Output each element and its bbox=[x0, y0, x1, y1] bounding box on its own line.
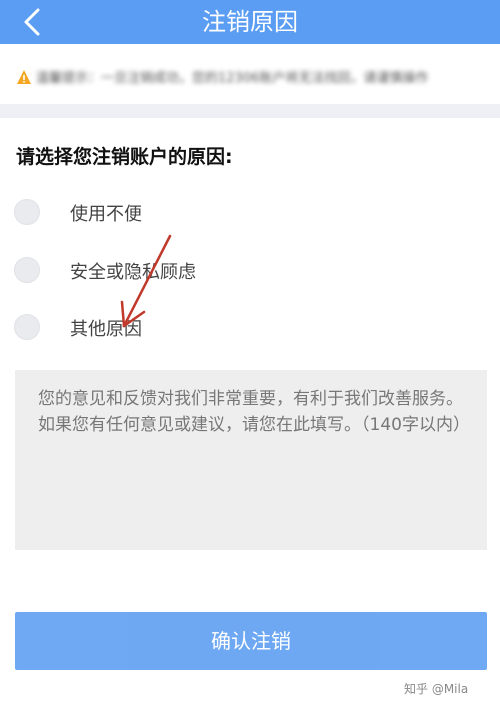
page-title: 注销原因 bbox=[202, 8, 298, 36]
watermark: 知乎 @Mila bbox=[404, 682, 469, 696]
section-divider bbox=[0, 104, 500, 118]
top-bar: 注销原因 bbox=[0, 0, 500, 44]
chevron-left-icon bbox=[24, 8, 40, 36]
back-button[interactable] bbox=[16, 6, 52, 38]
reason-option-label: 使用不便 bbox=[70, 204, 142, 225]
radio-button[interactable] bbox=[14, 314, 40, 340]
warning-notice: 温馨提示：一旦注销成功，您的12306账户将无法找回，请谨慎操作 bbox=[0, 52, 500, 102]
reason-question: 请选择您注销账户的原因: bbox=[16, 146, 233, 168]
warning-notice-text: 温馨提示：一旦注销成功，您的12306账户将无法找回，请谨慎操作 bbox=[36, 71, 429, 86]
reason-option-label: 安全或隐私顾虑 bbox=[70, 262, 196, 283]
reason-option-label: 其他原因 bbox=[70, 319, 142, 340]
confirm-deletion-button[interactable]: 确认注销 bbox=[15, 612, 487, 670]
radio-button[interactable] bbox=[14, 257, 40, 283]
warning-icon bbox=[17, 70, 31, 84]
reason-option-privacy[interactable]: 安全或隐私顾虑 bbox=[14, 253, 314, 289]
feedback-input[interactable] bbox=[15, 370, 487, 550]
reason-option-other[interactable]: 其他原因 bbox=[14, 310, 314, 346]
reason-option-inconvenient[interactable]: 使用不便 bbox=[14, 195, 314, 231]
account-deletion-page: 注销原因 温馨提示：一旦注销成功，您的12306账户将无法找回，请谨慎操作 请选… bbox=[0, 0, 500, 706]
radio-button[interactable] bbox=[14, 199, 40, 225]
